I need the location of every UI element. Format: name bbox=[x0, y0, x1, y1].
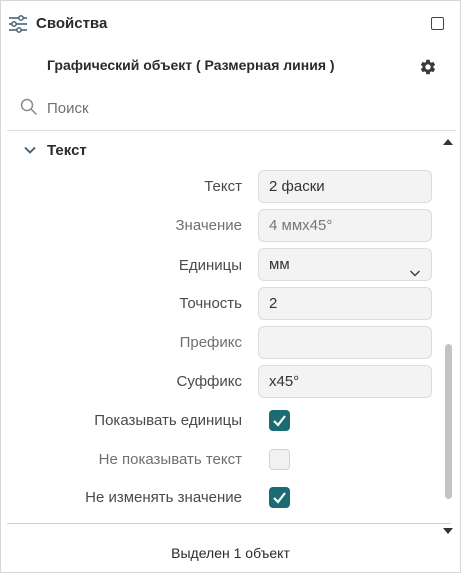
scrollbar-thumb[interactable] bbox=[445, 344, 452, 499]
text-label: Текст bbox=[204, 178, 242, 195]
object-title: Графический объект ( Размерная линия ) bbox=[47, 57, 335, 73]
scroll-up-arrow[interactable] bbox=[443, 139, 453, 145]
gear-icon[interactable] bbox=[419, 58, 437, 76]
status-bar: Выделен 1 объект bbox=[171, 545, 290, 561]
precision-field[interactable]: 2 bbox=[258, 287, 432, 320]
lock-value-checkbox[interactable] bbox=[269, 487, 290, 508]
units-value: мм bbox=[269, 256, 290, 273]
checkmark-icon bbox=[273, 492, 286, 504]
panel-header: Свойства bbox=[1, 1, 460, 47]
checkmark-icon bbox=[273, 415, 286, 427]
panel-title: Свойства bbox=[36, 15, 108, 32]
lock-value-label: Не изменять значение bbox=[85, 489, 242, 506]
search-icon bbox=[20, 98, 38, 116]
suffix-label: Суффикс bbox=[176, 373, 242, 390]
chevron-down-icon[interactable] bbox=[23, 143, 37, 157]
hide-text-checkbox[interactable] bbox=[269, 449, 290, 470]
section-title: Текст bbox=[47, 141, 87, 159]
properties-panel: Свойства Графический объект ( Размерная … bbox=[0, 0, 461, 573]
square-icon[interactable] bbox=[431, 17, 444, 30]
scroll-down-arrow[interactable] bbox=[443, 528, 453, 534]
text-field[interactable]: 2 фаски bbox=[258, 170, 432, 203]
chevron-down-icon bbox=[409, 259, 421, 277]
units-select[interactable]: мм bbox=[258, 248, 432, 281]
hide-text-label: Не показывать текст bbox=[98, 451, 242, 468]
prefix-field[interactable] bbox=[258, 326, 432, 359]
suffix-field[interactable]: х45° bbox=[258, 365, 432, 398]
sliders-icon bbox=[8, 14, 28, 34]
divider bbox=[7, 523, 451, 524]
prefix-label: Префикс bbox=[179, 334, 242, 351]
show-units-checkbox[interactable] bbox=[269, 410, 290, 431]
units-label: Единицы bbox=[178, 257, 242, 274]
search-input[interactable] bbox=[47, 96, 427, 120]
value-label: Значение bbox=[175, 217, 242, 234]
section-header-text[interactable]: Текст bbox=[23, 140, 87, 160]
show-units-label: Показывать единицы bbox=[94, 412, 242, 429]
divider bbox=[7, 130, 456, 131]
precision-label: Точность bbox=[179, 295, 242, 312]
value-field: 4 ммх45° bbox=[258, 209, 432, 242]
